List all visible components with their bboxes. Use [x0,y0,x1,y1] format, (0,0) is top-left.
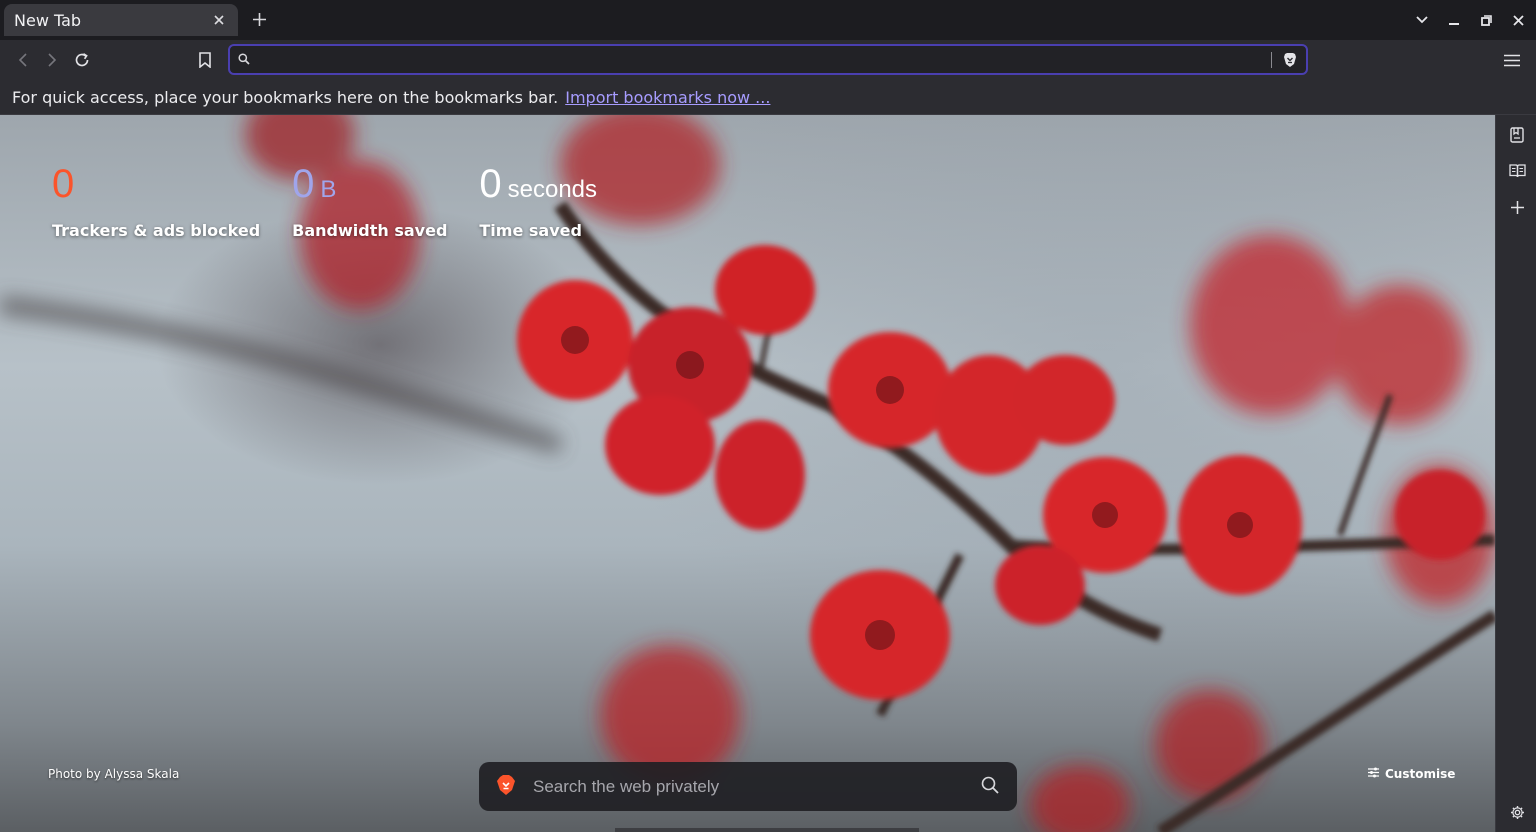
stat-bandwidth-saved: 0B Bandwidth saved [292,161,447,240]
forward-button[interactable] [40,48,64,72]
trackers-label: Trackers & ads blocked [52,221,261,240]
search-box[interactable]: Search the web privately [479,762,1017,811]
time-count: 0 seconds [479,162,598,206]
trackers-count: 0 [52,162,75,206]
close-icon[interactable] [1508,10,1528,30]
tab-strip: New Tab [0,0,1536,40]
chevron-down-icon[interactable] [1412,10,1432,30]
window-controls [1412,6,1528,34]
brave-shields-icon[interactable] [1282,51,1298,69]
customise-label: Customise [1385,767,1456,781]
close-tab-icon[interactable] [210,11,228,29]
new-tab-page: 0 Trackers & ads blocked 0B Bandwidth sa… [0,115,1495,832]
tab-title: New Tab [14,10,82,30]
app-menu-icon[interactable] [1500,48,1524,72]
search-icon[interactable] [981,776,999,798]
search-icon [238,50,250,69]
new-tab-button[interactable] [248,8,270,30]
photo-credit[interactable]: Photo by Alyssa Skala [48,767,179,781]
bookmarks-icon[interactable] [1506,160,1528,182]
settings-icon[interactable] [1506,801,1528,823]
back-button[interactable] [10,48,34,72]
bookmarks-bar-message: For quick access, place your bookmarks h… [12,87,559,107]
address-input[interactable] [250,46,1261,73]
address-bar[interactable] [228,44,1308,75]
sliders-icon [1368,767,1379,781]
bookmark-page-button[interactable] [193,48,217,72]
restore-icon[interactable] [1476,10,1496,30]
minimize-icon[interactable] [1444,10,1464,30]
reading-list-icon[interactable] [1506,124,1528,146]
add-icon[interactable] [1506,196,1528,218]
import-bookmarks-link[interactable]: Import bookmarks now ... [565,88,770,107]
time-label: Time saved [479,221,582,240]
right-sidebar [1495,115,1536,832]
reload-button[interactable] [70,48,94,72]
bandwidth-count: 0B [292,162,337,206]
bandwidth-label: Bandwidth saved [292,221,448,240]
bookmarks-bar: For quick access, place your bookmarks h… [0,80,1536,115]
bottom-handle [615,828,919,832]
search-placeholder[interactable]: Search the web privately [533,777,981,797]
brave-logo-icon [497,774,515,799]
stats-widget: 0 Trackers & ads blocked 0B Bandwidth sa… [52,161,597,240]
address-bar-divider [1271,51,1272,68]
stat-time-saved: 0 seconds Time saved [479,161,597,240]
toolbar [0,40,1536,80]
customise-button[interactable]: Customise [1368,767,1455,781]
stat-trackers-blocked: 0 Trackers & ads blocked [52,161,260,240]
tab-new-tab[interactable]: New Tab [4,4,238,36]
